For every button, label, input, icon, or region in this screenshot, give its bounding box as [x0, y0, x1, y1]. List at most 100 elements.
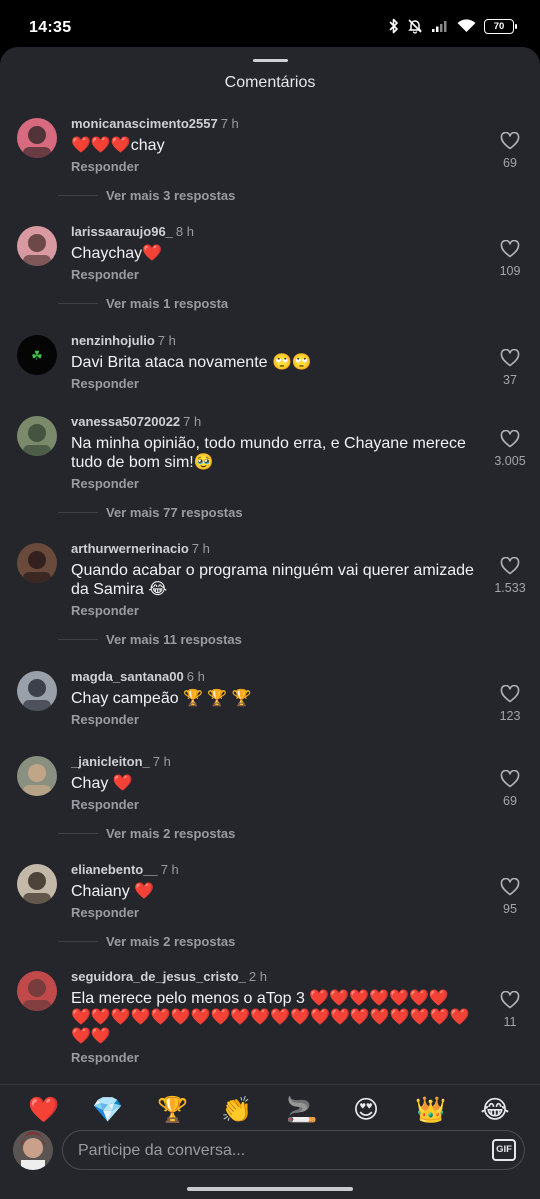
- comment-time: 7 h: [191, 541, 210, 556]
- heart-outline-icon: [500, 878, 520, 896]
- comment-text-line: Chaychay❤️: [71, 245, 163, 262]
- quick-emoji-button[interactable]: 😍: [349, 1093, 383, 1127]
- username-text[interactable]: seguidora_de_jesus_cristo_: [71, 969, 246, 984]
- user-avatar[interactable]: [17, 864, 57, 904]
- comment-text: Chay ❤️: [71, 774, 481, 793]
- reply-button[interactable]: Responder: [71, 476, 139, 491]
- comment-username[interactable]: _janicleiton_ 7 h: [71, 754, 171, 769]
- reply-button[interactable]: Responder: [71, 712, 139, 727]
- reply-button[interactable]: Responder: [71, 1050, 139, 1065]
- comment-username[interactable]: magda_santana00 6 h: [71, 669, 205, 684]
- comment-text-line: ❤️❤️: [71, 1028, 111, 1045]
- comment-time: 7 h: [220, 116, 239, 131]
- comment-input[interactable]: Participe da conversa... GIF: [62, 1130, 525, 1170]
- quick-emoji-button[interactable]: 🚬: [285, 1093, 319, 1127]
- view-more-replies-label[interactable]: Ver mais 1 resposta: [106, 296, 228, 311]
- comment-text-line: da Samira 😂: [71, 581, 168, 598]
- view-more-replies-button[interactable]: Ver mais 2 respostas: [58, 934, 235, 949]
- reply-button[interactable]: Responder: [71, 797, 139, 812]
- replies-divider: [58, 639, 98, 640]
- user-avatar[interactable]: [17, 226, 57, 266]
- signal-icon: [432, 21, 447, 32]
- user-avatar[interactable]: ☘: [17, 335, 57, 375]
- drag-handle[interactable]: [253, 59, 288, 62]
- like-count: 1.533: [494, 581, 526, 595]
- replies-divider: [58, 833, 98, 834]
- like-button[interactable]: 123: [480, 685, 540, 723]
- heart-outline-icon: [500, 349, 520, 367]
- user-avatar[interactable]: [17, 971, 57, 1011]
- reply-button[interactable]: Responder: [71, 159, 139, 174]
- username-text[interactable]: magda_santana00: [71, 669, 184, 684]
- status-bar: 14:35 70: [0, 0, 540, 48]
- comment-username[interactable]: larissaaraujo96_ 8 h: [71, 224, 194, 239]
- user-avatar[interactable]: [17, 756, 57, 796]
- comment-username[interactable]: nenzinhojulio 7 h: [71, 333, 176, 348]
- reply-button[interactable]: Responder: [71, 905, 139, 920]
- like-count: 123: [499, 709, 521, 723]
- view-more-replies-label[interactable]: Ver mais 2 respostas: [106, 934, 235, 949]
- like-button[interactable]: 11: [480, 991, 540, 1029]
- quick-emoji-button[interactable]: 👏: [220, 1093, 254, 1127]
- like-button[interactable]: 69: [480, 132, 540, 170]
- home-indicator[interactable]: [187, 1187, 353, 1191]
- comment-username[interactable]: arthurwernerinacio 7 h: [71, 541, 210, 556]
- view-more-replies-label[interactable]: Ver mais 11 respostas: [106, 632, 242, 647]
- quick-emoji-button[interactable]: 😂: [478, 1093, 512, 1127]
- username-text[interactable]: arthurwernerinacio: [71, 541, 189, 556]
- replies-divider: [58, 195, 98, 196]
- comment-username[interactable]: monicanascimento2557 7 h: [71, 116, 239, 131]
- quick-emoji-button[interactable]: ❤️: [27, 1093, 61, 1127]
- user-avatar[interactable]: [17, 416, 57, 456]
- comment-username[interactable]: elianebento__ 7 h: [71, 862, 179, 877]
- sheet-title: Comentários: [224, 74, 316, 91]
- view-more-replies-button[interactable]: Ver mais 3 respostas: [58, 188, 235, 203]
- view-more-replies-label[interactable]: Ver mais 2 respostas: [106, 826, 235, 841]
- comment-username[interactable]: seguidora_de_jesus_cristo_ 2 h: [71, 969, 267, 984]
- quick-emoji-button[interactable]: 👑: [414, 1093, 448, 1127]
- mute-bell-icon: [408, 19, 422, 34]
- view-more-replies-button[interactable]: Ver mais 11 respostas: [58, 632, 242, 647]
- user-avatar[interactable]: [17, 543, 57, 583]
- comment-text-line: Chay campeão 🏆 🏆 🏆: [71, 690, 252, 707]
- like-button[interactable]: 69: [480, 770, 540, 808]
- user-avatar[interactable]: [17, 671, 57, 711]
- view-more-replies-label[interactable]: Ver mais 77 respostas: [106, 505, 243, 520]
- username-text[interactable]: _janicleiton_: [71, 754, 150, 769]
- quick-emoji-button[interactable]: 🏆: [156, 1093, 190, 1127]
- like-button[interactable]: 1.533: [480, 557, 540, 595]
- view-more-replies-button[interactable]: Ver mais 1 resposta: [58, 296, 228, 311]
- like-button[interactable]: 109: [480, 240, 540, 278]
- replies-divider: [58, 512, 98, 513]
- username-text[interactable]: monicanascimento2557: [71, 116, 218, 131]
- like-button[interactable]: 3.005: [480, 430, 540, 468]
- replies-divider: [58, 303, 98, 304]
- like-button[interactable]: 95: [480, 878, 540, 916]
- reply-button[interactable]: Responder: [71, 603, 139, 618]
- like-button[interactable]: 37: [480, 349, 540, 387]
- reply-button[interactable]: Responder: [71, 267, 139, 282]
- like-count: 11: [503, 1015, 517, 1029]
- username-text[interactable]: vanessa50720022: [71, 414, 180, 429]
- view-more-replies-button[interactable]: Ver mais 2 respostas: [58, 826, 235, 841]
- battery-indicator: 70: [484, 18, 517, 34]
- comment-username[interactable]: vanessa50720022 7 h: [71, 414, 201, 429]
- gif-button[interactable]: GIF: [492, 1139, 516, 1161]
- username-text[interactable]: nenzinhojulio: [71, 333, 155, 348]
- view-more-replies-label[interactable]: Ver mais 3 respostas: [106, 188, 235, 203]
- like-count: 95: [503, 902, 517, 916]
- my-avatar: [13, 1130, 53, 1170]
- comment-time: 7 h: [152, 754, 171, 769]
- reply-button[interactable]: Responder: [71, 376, 139, 391]
- comment-time: 7 h: [183, 414, 202, 429]
- comment-input-placeholder: Participe da conversa...: [78, 1142, 246, 1159]
- username-text[interactable]: elianebento__: [71, 862, 158, 877]
- comment-text-line: tudo de bom sim!🥹: [71, 454, 214, 471]
- heart-outline-icon: [500, 770, 520, 788]
- quick-emoji-button[interactable]: 💎: [91, 1093, 125, 1127]
- user-avatar[interactable]: [17, 118, 57, 158]
- username-text[interactable]: larissaaraujo96_: [71, 224, 173, 239]
- view-more-replies-button[interactable]: Ver mais 77 respostas: [58, 505, 243, 520]
- comment-text: ❤️❤️❤️chay: [71, 136, 481, 155]
- like-count: 69: [503, 794, 517, 808]
